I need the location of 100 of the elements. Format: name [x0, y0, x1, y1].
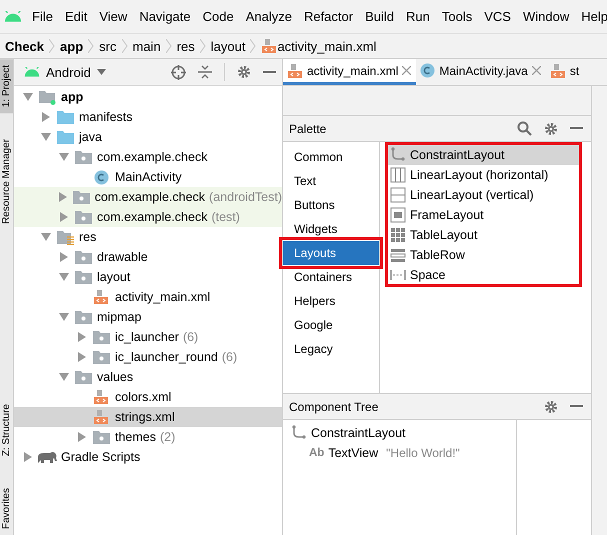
breadcrumb-item[interactable]: Check [5, 38, 44, 54]
breadcrumb-item[interactable]: res [176, 38, 195, 54]
menu-item[interactable]: Analyze [240, 9, 298, 24]
close-icon[interactable] [402, 66, 412, 75]
expanded-arrow-icon[interactable] [41, 232, 51, 242]
palette-category[interactable]: Common [283, 145, 379, 169]
collapse-icon[interactable] [198, 65, 212, 79]
palette-item[interactable]: Space [388, 265, 579, 285]
menu-item[interactable]: VCS [478, 9, 517, 24]
collapsed-arrow-icon[interactable] [41, 112, 51, 122]
menu-item[interactable]: Help [575, 9, 607, 24]
editor-tab[interactable]: MainActivity.java [416, 59, 546, 85]
menu-item[interactable]: Window [516, 9, 576, 24]
tree-row[interactable]: strings.xml [14, 407, 282, 427]
tree-row[interactable]: layout [14, 267, 282, 287]
rows-icon [390, 187, 406, 203]
breadcrumb-item[interactable]: app [60, 38, 84, 54]
tree-label: com.example.check [94, 190, 206, 204]
editor-tab[interactable]: st [546, 59, 584, 85]
expanded-arrow-icon[interactable] [23, 92, 33, 102]
breadcrumb-item[interactable]: layout [210, 38, 246, 54]
menu-item[interactable]: Run [400, 9, 436, 24]
side-tab[interactable]: Resource Manager [0, 133, 13, 230]
menu-item[interactable]: Tools [436, 9, 478, 24]
tree-row[interactable]: colors.xml [14, 387, 282, 407]
breadcrumb-item[interactable]: main [132, 38, 161, 54]
minimize-icon[interactable] [570, 405, 583, 408]
tree-row[interactable]: ic_launcher_round (6) [14, 347, 282, 367]
menu-item[interactable]: Refactor [298, 9, 360, 24]
palette-category[interactable]: Helpers [283, 289, 379, 313]
palette-category[interactable]: Text [283, 169, 379, 193]
collapsed-arrow-icon[interactable] [23, 452, 33, 462]
palette-category[interactable]: Layouts [283, 241, 379, 265]
package-folder-icon [92, 350, 110, 364]
folder-icon [56, 130, 74, 144]
tree-row[interactable]: MainActivity [14, 167, 282, 187]
side-tab[interactable]: Z: Structure [0, 398, 13, 462]
component-value: "Hello World!" [386, 446, 460, 460]
tree-row[interactable]: com.example.check (androidTest) [14, 187, 282, 207]
settings-icon[interactable] [544, 122, 558, 136]
table-row-icon [390, 247, 406, 263]
close-icon[interactable] [532, 66, 541, 75]
expanded-arrow-icon[interactable] [59, 312, 69, 322]
settings-icon[interactable] [237, 65, 251, 79]
android-icon [4, 11, 22, 22]
menu-item[interactable]: Build [359, 9, 400, 24]
search-icon[interactable] [517, 121, 532, 136]
collapsed-arrow-icon[interactable] [59, 212, 69, 222]
tree-row[interactable]: com.example.check (test) [14, 207, 282, 227]
palette-category[interactable]: Buttons [283, 193, 379, 217]
minimize-icon[interactable] [570, 127, 583, 130]
tree-row[interactable]: themes (2) [14, 427, 282, 447]
menu-item[interactable]: View [93, 9, 134, 24]
tree-label: MainActivity [115, 170, 182, 184]
tree-row[interactable]: res [14, 227, 282, 247]
tree-row[interactable]: com.example.check [14, 147, 282, 167]
breadcrumb-item[interactable]: activity_main.xml [277, 38, 376, 54]
tree-row[interactable]: Gradle Scripts [14, 447, 282, 467]
palette-category[interactable]: Legacy [283, 337, 379, 361]
palette-item[interactable]: TableLayout [388, 225, 579, 245]
side-tab[interactable]: 1: Project [0, 59, 13, 114]
editor-tab[interactable]: activity_main.xml [283, 59, 416, 85]
palette-category[interactable]: Widgets [283, 217, 379, 241]
table-icon [390, 227, 406, 243]
package-folder-icon [74, 370, 92, 384]
menu-item[interactable]: Code [196, 9, 240, 24]
palette-item[interactable]: TableRow [388, 245, 579, 265]
expanded-arrow-icon[interactable] [59, 372, 69, 382]
menu-item[interactable]: Navigate [133, 9, 197, 24]
expanded-arrow-icon[interactable] [59, 272, 69, 282]
tree-row[interactable]: ic_launcher (6) [14, 327, 282, 347]
settings-icon[interactable] [544, 400, 558, 414]
tree-row[interactable]: drawable [14, 247, 282, 267]
component-row[interactable]: Ab TextView "Hello World!" [283, 443, 516, 463]
menu-item[interactable]: File [26, 9, 59, 24]
palette-item[interactable]: LinearLayout (vertical) [388, 185, 579, 205]
locate-icon[interactable] [171, 64, 186, 80]
caret-icon[interactable] [96, 69, 106, 75]
palette-item[interactable]: LinearLayout (horizontal) [388, 165, 579, 185]
tree-row[interactable]: activity_main.xml [14, 287, 282, 307]
palette-item[interactable]: FrameLayout [388, 205, 579, 225]
collapsed-arrow-icon[interactable] [77, 432, 87, 442]
minimize-icon[interactable] [263, 70, 276, 74]
tree-row[interactable]: app [14, 87, 282, 107]
side-tab[interactable]: Favorites [0, 482, 13, 535]
palette-category[interactable]: Containers [283, 265, 379, 289]
xml-file-icon [550, 62, 566, 78]
tree-row[interactable]: java [14, 127, 282, 147]
tree-row[interactable]: mipmap [14, 307, 282, 327]
chevron-icon [88, 39, 94, 53]
component-row[interactable]: ConstraintLayout [283, 423, 516, 443]
collapsed-arrow-icon[interactable] [59, 252, 69, 262]
menu-item[interactable]: Edit [58, 9, 94, 24]
palette-category[interactable]: Google [283, 313, 379, 337]
breadcrumb-item[interactable]: src [99, 38, 116, 54]
tree-row[interactable]: manifests [14, 107, 282, 127]
chevron-icon [250, 39, 256, 53]
palette-item[interactable]: ConstraintLayout [388, 145, 579, 165]
collapsed-arrow-icon[interactable] [58, 192, 68, 202]
tree-row[interactable]: values [14, 367, 282, 387]
